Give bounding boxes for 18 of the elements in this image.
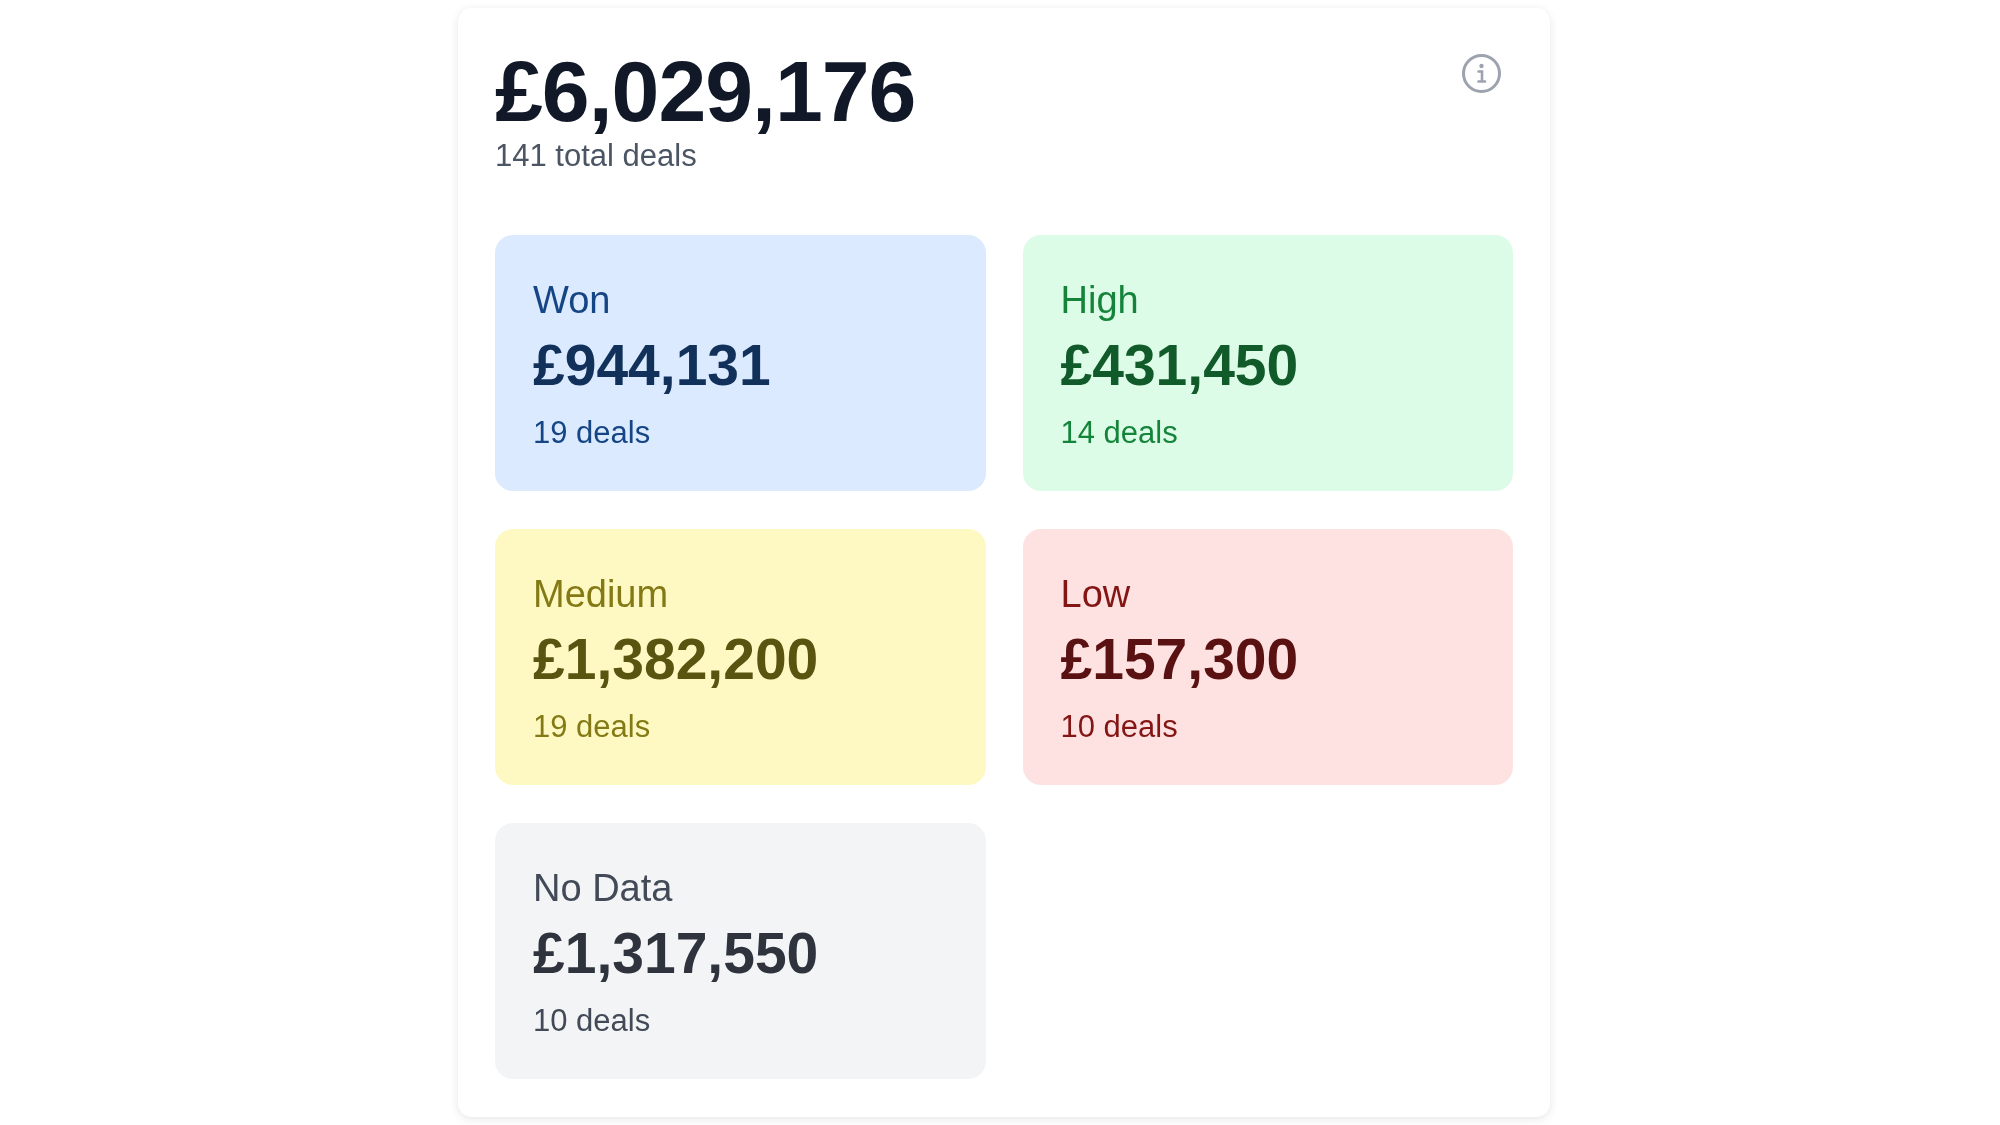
category-deals: 10 deals — [533, 1001, 651, 1040]
category-label: Won — [533, 277, 611, 323]
category-label: High — [1060, 277, 1139, 323]
category-value: £1,317,550 — [533, 920, 819, 988]
category-label: Medium — [533, 571, 669, 617]
category-label: Low — [1060, 571, 1131, 617]
info-icon[interactable] — [1462, 54, 1501, 93]
total-value: £6,029,176 — [495, 48, 916, 134]
total-deals: 141 total deals — [495, 137, 698, 175]
category-deals: 19 deals — [533, 413, 651, 452]
category-value: £944,131 — [533, 332, 771, 400]
category-label: No Data — [533, 865, 673, 911]
category-deals: 14 deals — [1060, 413, 1178, 452]
category-value: £157,300 — [1060, 626, 1299, 694]
category-value: £1,382,200 — [533, 626, 819, 694]
category-deals: 19 deals — [533, 707, 651, 746]
category-deals: 10 deals — [1060, 707, 1178, 746]
category-value: £431,450 — [1060, 332, 1299, 400]
